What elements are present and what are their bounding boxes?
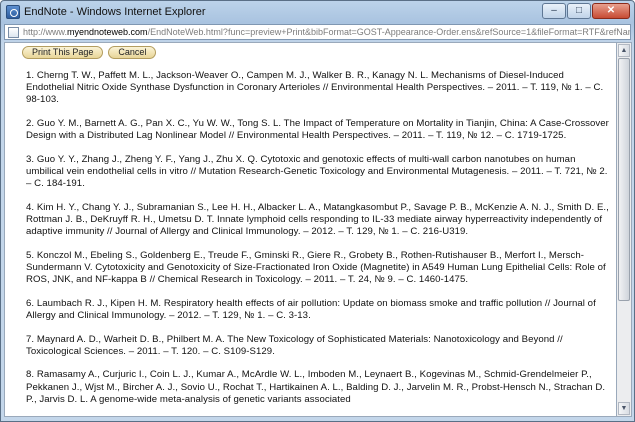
reference-item: 1. Cherng T. W., Paffett M. L., Jackson-… xyxy=(26,70,604,106)
reference-item: 5. Konczol M., Ebeling S., Goldenberg E.… xyxy=(26,249,606,286)
url-domain: myendnoteweb.com xyxy=(67,27,148,37)
page-content: Print This Page Cancel 1. Cherng T. W., … xyxy=(4,42,617,417)
vertical-scrollbar[interactable]: ▲ ▼ xyxy=(617,42,632,417)
cancel-button[interactable]: Cancel xyxy=(108,46,157,59)
window-title: EndNote - Windows Internet Explorer xyxy=(24,5,206,18)
minimize-button[interactable]: – xyxy=(542,3,566,19)
window-controls: – □ ✕ xyxy=(542,3,630,19)
maximize-button[interactable]: □ xyxy=(567,3,591,19)
reference-item: 8. Ramasamy A., Curjuric I., Coin L. J.,… xyxy=(26,369,606,405)
internet-explorer-icon xyxy=(6,4,20,19)
reference-item: 4. Kim H. Y., Chang Y. J., Subramanian S… xyxy=(26,201,609,238)
page-icon xyxy=(8,26,19,38)
url-prefix: http://www. xyxy=(23,27,68,37)
url-path: /EndNoteWeb.html?func=preview+Print&bibF… xyxy=(147,27,631,37)
print-toolbar: Print This Page Cancel xyxy=(22,46,157,59)
scroll-down-icon[interactable]: ▼ xyxy=(618,402,630,415)
browser-window: EndNote - Windows Internet Explorer – □ … xyxy=(0,0,635,422)
reference-item: 7. Maynard A. D., Warheit D. B., Philber… xyxy=(26,333,563,357)
reference-item: 6. Laumbach R. J., Kipen H. M. Respirato… xyxy=(26,297,596,321)
address-bar[interactable]: http://www.myendnoteweb.com/EndNoteWeb.h… xyxy=(4,24,631,40)
reference-list: 1. Cherng T. W., Paffett M. L., Jackson-… xyxy=(26,70,611,416)
reference-item: 2. Guo Y. M., Barnett A. G., Pan X. C., … xyxy=(26,118,609,142)
url-text[interactable]: http://www.myendnoteweb.com/EndNoteWeb.h… xyxy=(23,27,631,37)
reference-item: 3. Guo Y. Y., Zhang J., Zheng Y. F., Yan… xyxy=(26,153,608,190)
scroll-up-icon[interactable]: ▲ xyxy=(618,44,630,57)
print-page-button[interactable]: Print This Page xyxy=(22,46,104,59)
scroll-thumb[interactable] xyxy=(618,58,630,301)
title-bar[interactable]: EndNote - Windows Internet Explorer – □ … xyxy=(1,1,634,22)
close-button[interactable]: ✕ xyxy=(592,3,630,19)
